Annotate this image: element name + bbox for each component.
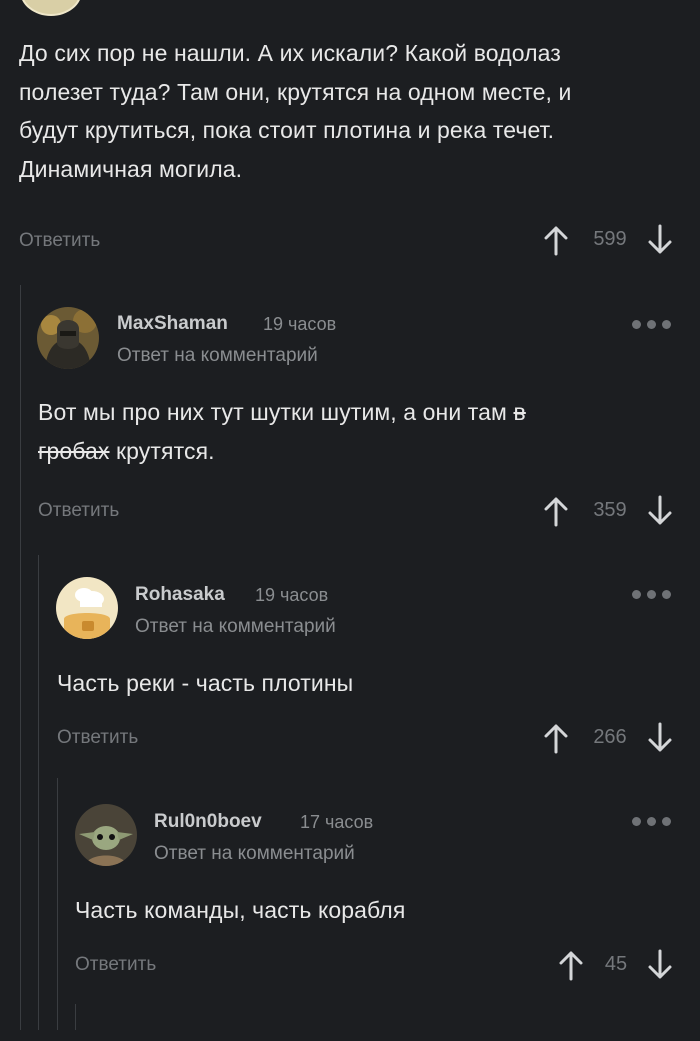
arrow-down-icon[interactable] [645,722,675,754]
more-dots-icon[interactable] [632,814,672,828]
vote-controls: 266 [541,720,681,756]
comment-text: Часть команды, часть корабля [75,897,406,923]
arrow-up-icon[interactable] [541,495,571,527]
thread-line[interactable] [57,778,58,1030]
username[interactable]: Rul0n0boev [154,811,262,833]
thread-line[interactable] [75,1004,76,1030]
timestamp: 19 часов [255,585,329,605]
arrow-up-icon[interactable] [541,224,571,256]
reply-button[interactable]: Ответить [19,230,100,252]
more-dots-icon[interactable] [632,317,672,331]
reply-to-link[interactable]: Ответ на комментарий [117,345,318,367]
reply-button[interactable]: Ответить [75,954,156,976]
vote-count: 266 [593,726,627,748]
timestamp: 19 часов [263,314,337,334]
arrow-up-icon[interactable] [556,949,586,981]
comment-text: Вот мы про них тут шутки шутим, а они та… [38,399,526,464]
reply-button[interactable]: Ответить [57,727,138,749]
timestamp: 17 часов [300,812,374,832]
thread-line[interactable] [20,285,21,1030]
vote-count: 599 [593,228,627,250]
arrow-down-icon[interactable] [645,495,675,527]
reply-button[interactable]: Ответить [38,500,119,522]
arrow-down-icon[interactable] [645,224,675,256]
avatar[interactable] [37,307,99,369]
vote-count: 45 [604,953,628,975]
username[interactable]: Rohasaka [135,584,225,606]
avatar[interactable] [20,0,82,16]
comment-text: До сих пор не нашли. А их искали? Какой … [19,40,572,182]
vote-controls: 359 [541,493,681,529]
reply-to-link[interactable]: Ответ на комментарий [154,843,355,865]
username[interactable]: MaxShaman [117,313,228,335]
avatar[interactable] [56,577,118,639]
vote-controls: 45 [556,947,696,983]
more-dots-icon[interactable] [632,587,672,601]
thread-line[interactable] [38,555,39,1030]
vote-count: 359 [593,499,627,521]
reply-to-link[interactable]: Ответ на комментарий [135,616,336,638]
avatar[interactable] [75,804,137,866]
arrow-down-icon[interactable] [645,949,675,981]
vote-controls: 599 [541,222,681,258]
arrow-up-icon[interactable] [541,722,571,754]
comment-text: Часть реки - часть плотины [57,670,354,696]
